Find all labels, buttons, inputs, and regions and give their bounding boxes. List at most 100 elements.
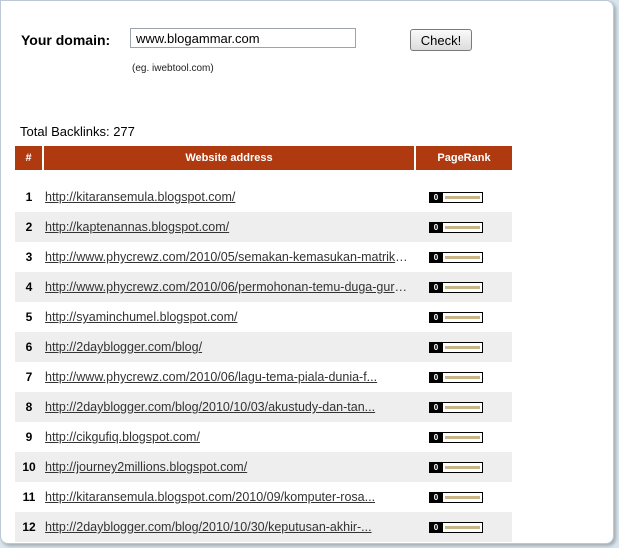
- table-row: 4 http://www.phycrewz.com/2010/06/permoho…: [15, 272, 512, 302]
- pagerank-bar: 0: [429, 401, 483, 413]
- pagerank-track: [442, 372, 482, 382]
- table-row: 10 http://journey2millions.blogspot.com/0: [15, 452, 512, 482]
- pagerank-cell: 0: [415, 332, 512, 362]
- table-row: 12 http://2dayblogger.com/blog/2010/10/30…: [15, 512, 512, 542]
- backlink-url-link[interactable]: http://2dayblogger.com/blog/2010/10/30/k…: [45, 520, 411, 534]
- check-button[interactable]: Check!: [410, 29, 472, 51]
- row-url-cell: http://www.phycrewz.com/2010/06/lagu-tem…: [43, 362, 415, 392]
- example-hint: (eg. iwebtool.com): [132, 63, 214, 74]
- pagerank-bar: 0: [429, 191, 483, 203]
- backlink-url-link[interactable]: http://syaminchumel.blogspot.com/: [45, 310, 411, 324]
- pagerank-value: 0: [433, 432, 439, 442]
- pagerank-value: 0: [433, 252, 439, 262]
- table-row: 6 http://2dayblogger.com/blog/0: [15, 332, 512, 362]
- pagerank-cell: 0: [415, 512, 512, 542]
- pagerank-value: 0: [433, 282, 439, 292]
- pagerank-cell: 0: [415, 452, 512, 482]
- total-backlinks: Total Backlinks: 277: [20, 124, 135, 139]
- table-row: 3 http://www.phycrewz.com/2010/05/semakan…: [15, 242, 512, 272]
- pagerank-cell: 0: [415, 272, 512, 302]
- row-url-cell: http://kaptenannas.blogspot.com/: [43, 212, 415, 242]
- row-number: 9: [15, 422, 43, 452]
- table-row: 7 http://www.phycrewz.com/2010/06/lagu-te…: [15, 362, 512, 392]
- pagerank-track: [442, 282, 482, 292]
- row-number: 11: [15, 482, 43, 512]
- pagerank-bar: 0: [429, 461, 483, 473]
- backlink-url-link[interactable]: http://www.phycrewz.com/2010/06/lagu-tem…: [45, 370, 411, 384]
- pagerank-value: 0: [433, 462, 439, 472]
- backlink-url-link[interactable]: http://kitaransemula.blogspot.com/2010/0…: [45, 490, 411, 504]
- pagerank-bar: 0: [429, 431, 483, 443]
- header-pagerank: PageRank: [415, 146, 512, 170]
- backlink-url-link[interactable]: http://2dayblogger.com/blog/2010/10/03/a…: [45, 400, 411, 414]
- pagerank-value: 0: [433, 372, 439, 382]
- row-url-cell: http://2dayblogger.com/blog/2010/10/30/k…: [43, 512, 415, 542]
- pagerank-bar: 0: [429, 311, 483, 323]
- row-number: 7: [15, 362, 43, 392]
- pagerank-track: [442, 492, 482, 502]
- pagerank-cell: 0: [415, 422, 512, 452]
- row-url-cell: http://www.phycrewz.com/2010/06/permohon…: [43, 272, 415, 302]
- backlink-url-link[interactable]: http://2dayblogger.com/blog/: [45, 340, 411, 354]
- row-number: 2: [15, 212, 43, 242]
- pagerank-track: [442, 192, 482, 202]
- pagerank-track: [442, 432, 482, 442]
- pagerank-value: 0: [433, 312, 439, 322]
- pagerank-cell: 0: [415, 302, 512, 332]
- pagerank-value: 0: [433, 222, 439, 232]
- row-number: 10: [15, 452, 43, 482]
- table-row: 9 http://cikgufiq.blogspot.com/0: [15, 422, 512, 452]
- table-row: 1 http://kitaransemula.blogspot.com/0: [15, 182, 512, 212]
- pagerank-cell: 0: [415, 392, 512, 422]
- domain-input[interactable]: [130, 28, 356, 48]
- backlink-url-link[interactable]: http://www.phycrewz.com/2010/06/permohon…: [45, 280, 411, 294]
- pagerank-bar: 0: [429, 371, 483, 383]
- row-url-cell: http://kitaransemula.blogspot.com/: [43, 182, 415, 212]
- table-row: 5 http://syaminchumel.blogspot.com/0: [15, 302, 512, 332]
- row-url-cell: http://syaminchumel.blogspot.com/: [43, 302, 415, 332]
- table-spacer: [15, 170, 512, 182]
- row-url-cell: http://2dayblogger.com/blog/: [43, 332, 415, 362]
- pagerank-track: [442, 522, 482, 532]
- main-panel: Your domain: Check! (eg. iwebtool.com) T…: [0, 0, 614, 544]
- pagerank-track: [442, 252, 482, 262]
- row-url-cell: http://journey2millions.blogspot.com/: [43, 452, 415, 482]
- pagerank-cell: 0: [415, 182, 512, 212]
- row-number: 1: [15, 182, 43, 212]
- backlink-url-link[interactable]: http://www.phycrewz.com/2010/05/semakan-…: [45, 250, 411, 264]
- pagerank-track: [442, 402, 482, 412]
- pagerank-bar: 0: [429, 491, 483, 503]
- row-url-cell: http://cikgufiq.blogspot.com/: [43, 422, 415, 452]
- row-number: 6: [15, 332, 43, 362]
- pagerank-bar: 0: [429, 251, 483, 263]
- row-url-cell: http://www.phycrewz.com/2010/05/semakan-…: [43, 242, 415, 272]
- pagerank-cell: 0: [415, 212, 512, 242]
- backlink-url-link[interactable]: http://cikgufiq.blogspot.com/: [45, 430, 411, 444]
- pagerank-value: 0: [433, 522, 439, 532]
- backlinks-table: # Website address PageRank 1 http://kitar…: [15, 146, 512, 542]
- row-number: 8: [15, 392, 43, 422]
- pagerank-cell: 0: [415, 242, 512, 272]
- pagerank-value: 0: [433, 492, 439, 502]
- pagerank-bar: 0: [429, 281, 483, 293]
- table-row: 11 http://kitaransemula.blogspot.com/2010…: [15, 482, 512, 512]
- row-number: 5: [15, 302, 43, 332]
- pagerank-cell: 0: [415, 482, 512, 512]
- row-url-cell: http://kitaransemula.blogspot.com/2010/0…: [43, 482, 415, 512]
- table-row: 2 http://kaptenannas.blogspot.com/0: [15, 212, 512, 242]
- pagerank-track: [442, 312, 482, 322]
- backlink-url-link[interactable]: http://kitaransemula.blogspot.com/: [45, 190, 411, 204]
- pagerank-value: 0: [433, 342, 439, 352]
- row-url-cell: http://2dayblogger.com/blog/2010/10/03/a…: [43, 392, 415, 422]
- pagerank-cell: 0: [415, 362, 512, 392]
- backlink-url-link[interactable]: http://journey2millions.blogspot.com/: [45, 460, 411, 474]
- pagerank-value: 0: [433, 192, 439, 202]
- row-number: 4: [15, 272, 43, 302]
- backlink-url-link[interactable]: http://kaptenannas.blogspot.com/: [45, 220, 411, 234]
- pagerank-bar: 0: [429, 521, 483, 533]
- pagerank-value: 0: [433, 402, 439, 412]
- row-number: 3: [15, 242, 43, 272]
- pagerank-track: [442, 222, 482, 232]
- pagerank-bar: 0: [429, 221, 483, 233]
- row-number: 12: [15, 512, 43, 542]
